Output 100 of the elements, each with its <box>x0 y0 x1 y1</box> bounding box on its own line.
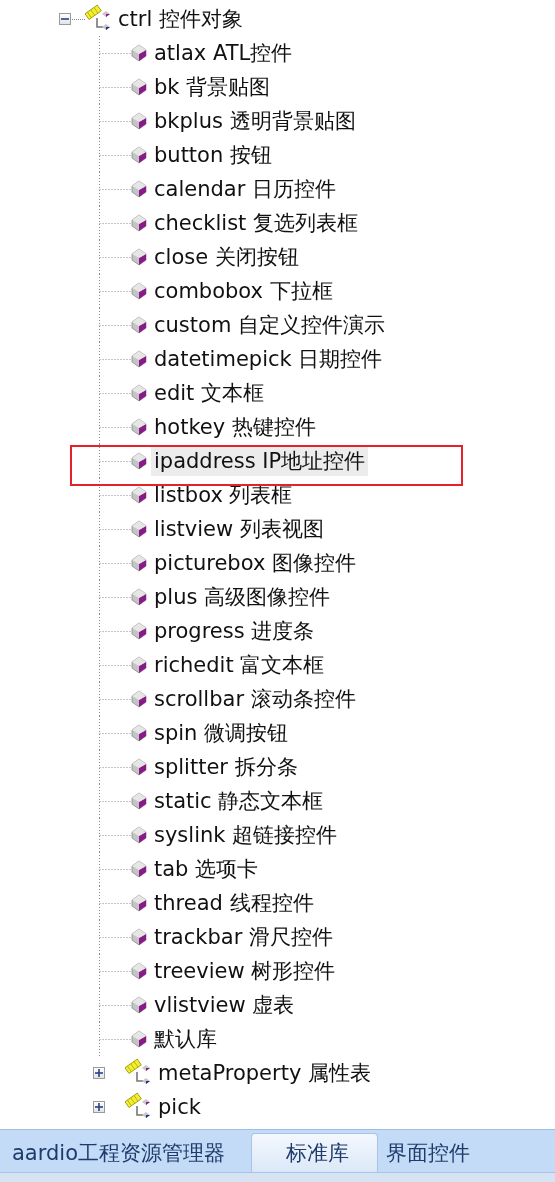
tree-connector <box>99 308 131 342</box>
tree-connector <box>99 682 131 716</box>
tree-item-label[interactable]: scrollbar 滚动条控件 <box>151 684 359 714</box>
tree-connector <box>99 70 131 104</box>
tree-connector <box>99 478 131 512</box>
collapse-button[interactable] <box>59 13 71 25</box>
expand-button[interactable] <box>93 1067 105 1079</box>
tree-item-label[interactable]: thread 线程控件 <box>151 888 317 918</box>
cube-icon <box>131 1029 147 1049</box>
tree-connector <box>99 444 131 478</box>
cube-icon <box>131 383 147 403</box>
tree-item-label[interactable]: trackbar 滑尺控件 <box>151 922 336 952</box>
cube-icon <box>131 77 147 97</box>
tree-connector <box>99 954 131 988</box>
tree-connector <box>99 784 131 818</box>
tree-item-label[interactable]: custom 自定义控件演示 <box>151 310 388 340</box>
cube-icon <box>131 689 147 709</box>
tab[interactable]: 标准库 <box>251 1133 378 1172</box>
tree-connector <box>99 342 131 376</box>
tree-item-label[interactable]: bkplus 透明背景贴图 <box>151 106 359 136</box>
tree-connector <box>99 376 131 410</box>
cube-icon <box>131 145 147 165</box>
tree-connector <box>99 920 131 954</box>
tree-connector <box>99 716 131 750</box>
tree-connector <box>99 1022 131 1056</box>
tree-item-label[interactable]: edit 文本框 <box>151 378 267 408</box>
tree-item-label[interactable]: hotkey 热键控件 <box>151 412 319 442</box>
tree-item-label[interactable]: plus 高级图像控件 <box>151 582 334 612</box>
tree-connector <box>99 410 131 444</box>
cube-icon <box>131 451 147 471</box>
tree-connector <box>99 104 131 138</box>
tree-connector <box>99 648 131 682</box>
cube-icon <box>131 961 147 981</box>
cube-icon <box>131 519 147 539</box>
cube-icon <box>131 791 147 811</box>
tab[interactable]: 界面控件 <box>378 1134 496 1172</box>
tree-connector <box>99 206 131 240</box>
cube-icon <box>131 247 147 267</box>
tree-item-label[interactable]: listbox 列表框 <box>151 480 296 510</box>
cube-icon <box>131 587 147 607</box>
tree-connector <box>99 580 131 614</box>
tree-connector <box>99 852 131 886</box>
tree-item-label[interactable]: metaProperty 属性表 <box>155 1058 374 1088</box>
cube-icon <box>131 281 147 301</box>
tree-item-label[interactable]: vlistview 虚表 <box>151 990 298 1020</box>
tree-connector <box>99 886 131 920</box>
tree-item-label[interactable]: syslink 超链接控件 <box>151 820 341 850</box>
tree-connector <box>99 546 131 580</box>
cube-icon <box>131 417 147 437</box>
tree-item-label[interactable]: atlax ATL控件 <box>151 38 296 68</box>
tree-connector <box>99 988 131 1022</box>
cube-icon <box>131 621 147 641</box>
tree-item-label[interactable]: ipaddress IP地址控件 <box>151 446 369 476</box>
tree-item-label[interactable]: tab 选项卡 <box>151 854 262 884</box>
tree-connector <box>99 36 131 70</box>
tree-item-label[interactable]: checklist 复选列表框 <box>151 208 361 238</box>
cube-icon <box>131 757 147 777</box>
tree-item-label[interactable]: combobox 下拉框 <box>151 276 336 306</box>
cube-icon <box>131 927 147 947</box>
cube-icon <box>131 349 147 369</box>
tree-item-label[interactable]: static 静态文本框 <box>151 786 327 816</box>
minus-icon <box>61 15 69 23</box>
tree-connector <box>99 614 131 648</box>
plus-icon <box>95 1103 103 1111</box>
tree-item-label[interactable]: treeview 树形控件 <box>151 956 339 986</box>
tree-item-label[interactable]: button 按钮 <box>151 140 275 170</box>
plus-icon <box>95 1069 103 1077</box>
cube-icon <box>131 655 147 675</box>
cube-icon <box>131 825 147 845</box>
tree-connector <box>99 138 131 172</box>
cube-icon <box>131 111 147 131</box>
tab[interactable]: aardio工程资源管理器 <box>4 1134 251 1172</box>
tree-item-label[interactable]: pick <box>155 1092 204 1122</box>
tree-item-label[interactable]: richedit 富文本框 <box>151 650 328 680</box>
tree-item-label[interactable]: picturebox 图像控件 <box>151 548 359 578</box>
tree-connector <box>99 172 131 206</box>
tree-item-label[interactable]: ctrl 控件对象 <box>115 4 246 34</box>
cube-icon <box>131 553 147 573</box>
tree-item-label[interactable]: listview 列表视图 <box>151 514 327 544</box>
cube-icon <box>131 893 147 913</box>
tree-item-label[interactable]: splitter 拆分条 <box>151 752 301 782</box>
cube-icon <box>131 995 147 1015</box>
tree-connector <box>99 818 131 852</box>
cube-icon <box>131 315 147 335</box>
tree-item-label[interactable]: bk 背景贴图 <box>151 72 274 102</box>
tree-item-label[interactable]: datetimepick 日期控件 <box>151 344 386 374</box>
tree-item-label[interactable]: spin 微调按钮 <box>151 718 292 748</box>
cube-icon <box>131 43 147 63</box>
tree-item-label[interactable]: close 关闭按钮 <box>151 242 302 272</box>
tree-item-label[interactable]: 默认库 <box>151 1024 220 1054</box>
tree-connector <box>99 512 131 546</box>
tree-connector <box>99 750 131 784</box>
cube-icon <box>131 213 147 233</box>
tree-item-label[interactable]: progress 进度条 <box>151 616 318 646</box>
cube-icon <box>131 723 147 743</box>
cube-icon <box>131 485 147 505</box>
tree-item-label[interactable]: calendar 日历控件 <box>151 174 339 204</box>
tree-connector <box>99 274 131 308</box>
cube-icon <box>131 859 147 879</box>
expand-button[interactable] <box>93 1101 105 1113</box>
